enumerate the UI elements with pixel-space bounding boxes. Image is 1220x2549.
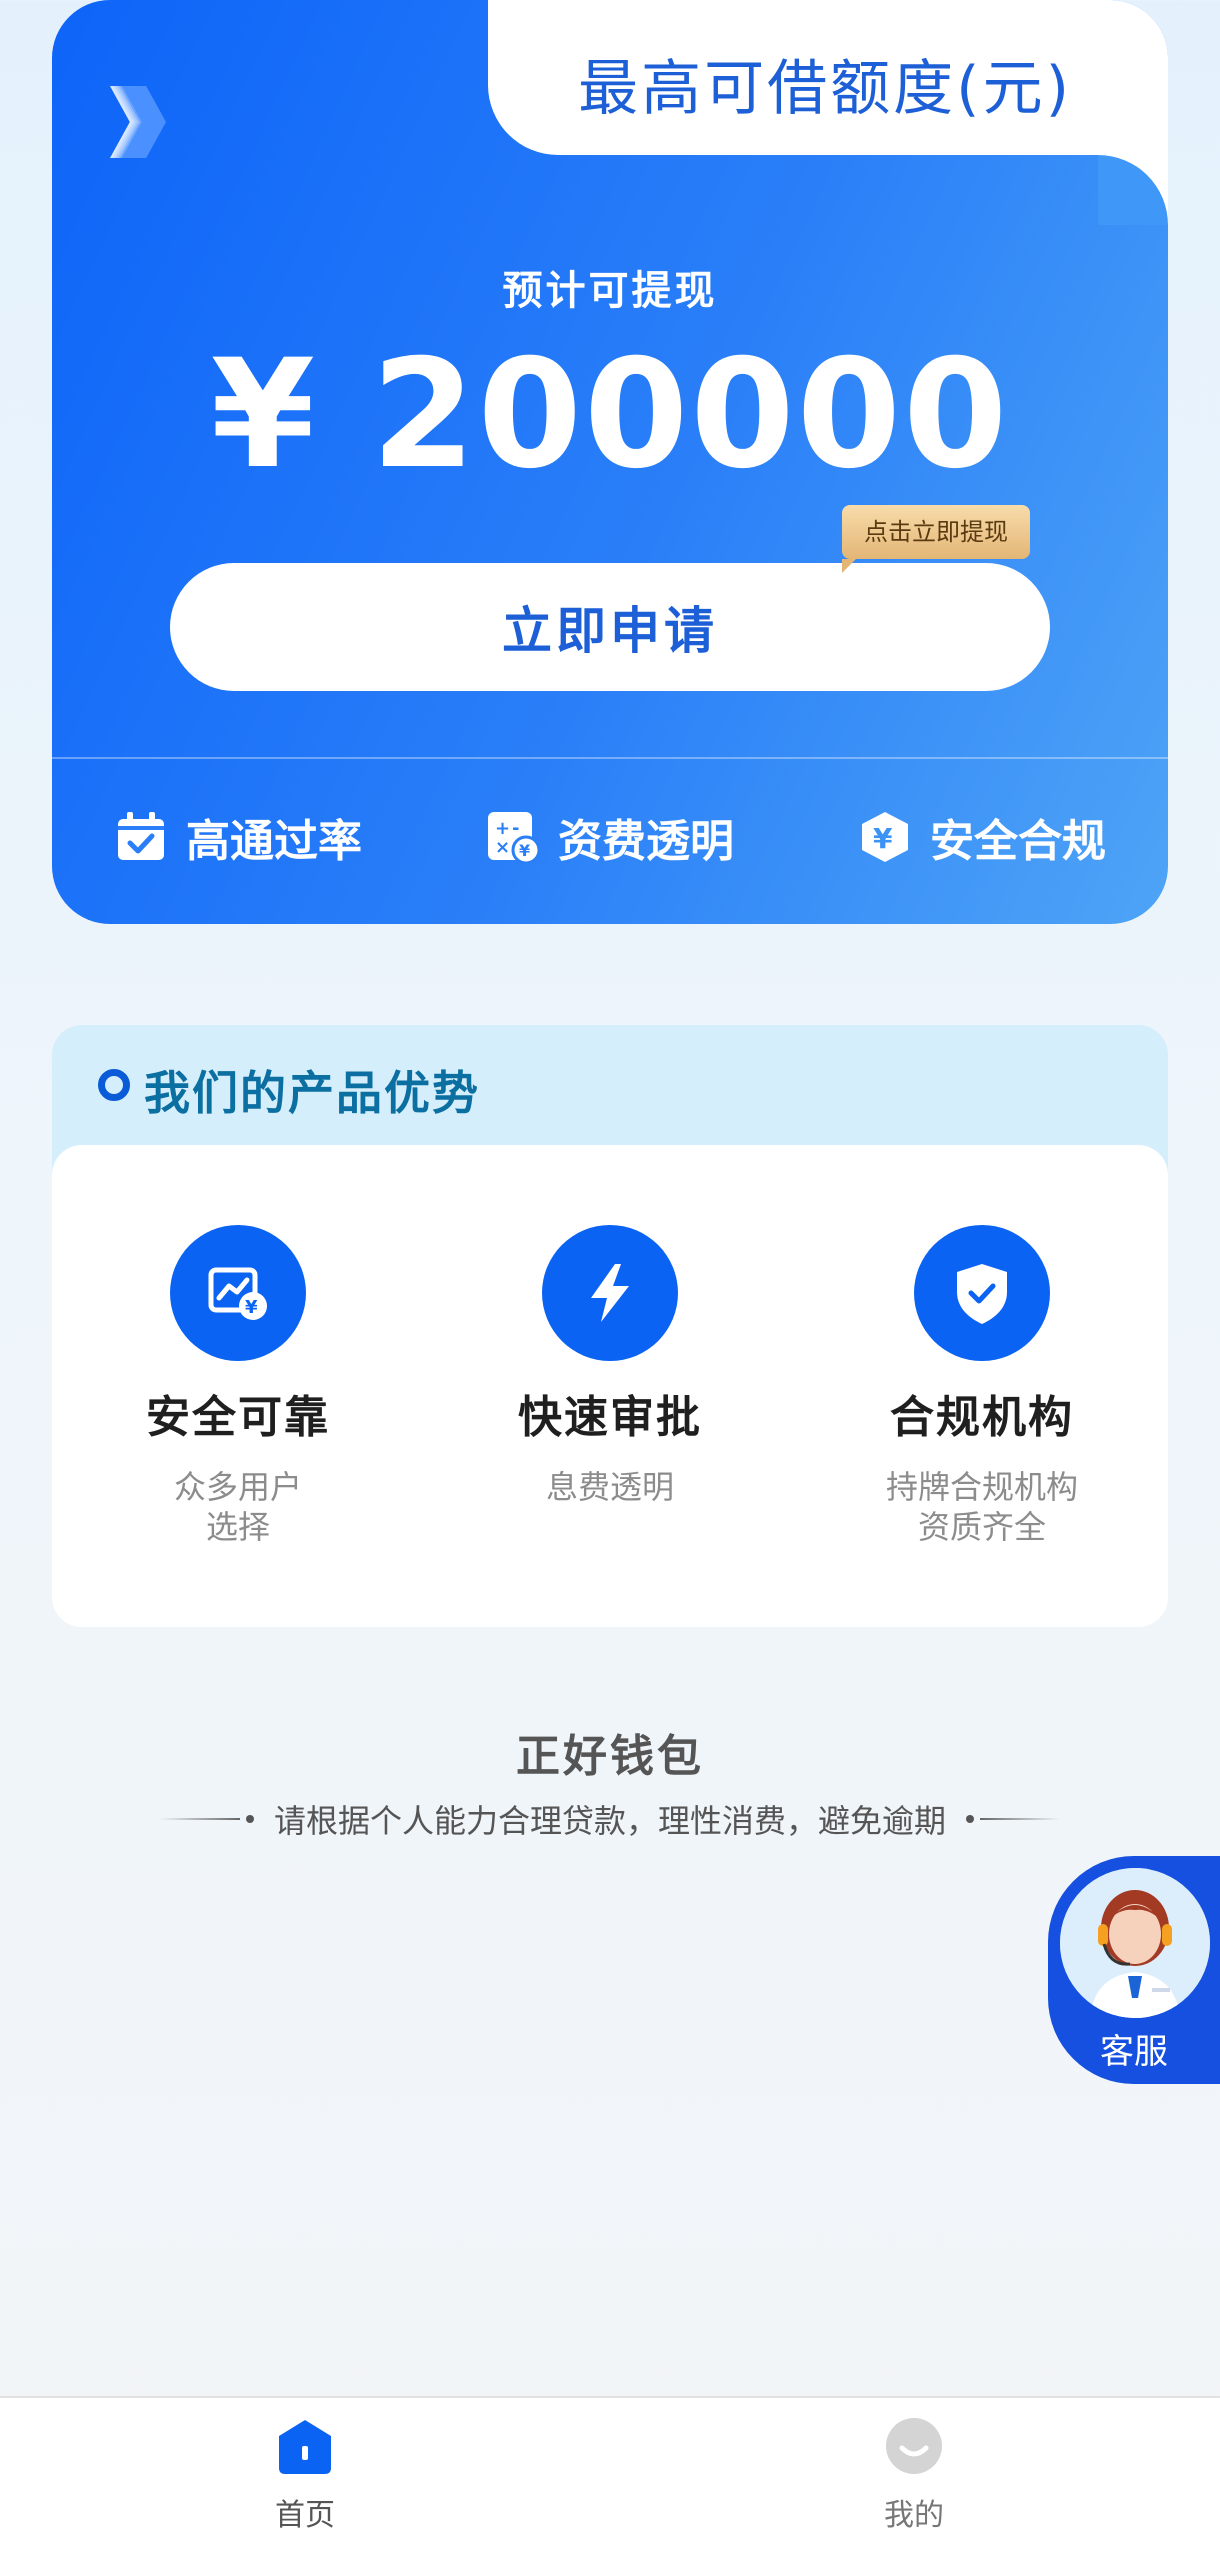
advantage-desc: 众多用户 选择 <box>173 1468 302 1546</box>
withdraw-subtitle: 预计可提现 <box>502 268 718 314</box>
apply-now-button[interactable]: 立即申请 <box>170 563 1050 691</box>
chart-yuan-icon: ¥ <box>170 1225 306 1361</box>
nav-home-label: 首页 <box>275 2498 335 2533</box>
advantage-desc: 持牌合规机构 资质齐全 <box>885 1468 1078 1546</box>
feature-high-pass: 高通过率 <box>114 805 362 869</box>
customer-service-label: 客服 <box>1100 2032 1168 2072</box>
yuan-shield-icon: ¥ <box>862 812 908 862</box>
advantage-item: 快速审批 息费透明 <box>424 1225 796 1547</box>
hero-background: 最高可借额度(元) 预计可提现 ¥ 200000 立即申请 点击立即提现 高通过… <box>52 0 1168 924</box>
lightning-icon <box>542 1225 678 1361</box>
advantage-name: 合规机构 <box>890 1392 1074 1443</box>
withdraw-tip-badge: 点击立即提现 <box>842 505 1030 573</box>
nav-mine[interactable]: 我的 <box>814 2416 1014 2534</box>
feature-label: 高通过率 <box>186 816 362 867</box>
chevron-arrows-icon <box>110 50 166 158</box>
advantage-item: ¥ 安全可靠 众多用户 选择 <box>52 1225 424 1547</box>
feature-safe-compliant: ¥ 安全合规 <box>858 805 1106 869</box>
customer-service-button[interactable]: 客服 <box>1048 1856 1220 2084</box>
shield-check-icon <box>914 1225 1050 1361</box>
slogan-text: 请根据个人能力合理贷款，理性消费，避免逾期 <box>273 1802 946 1840</box>
svg-text:¥: ¥ <box>245 1297 258 1318</box>
max-limit-title: 最高可借额度(元) <box>578 54 1072 124</box>
decor-line-left <box>159 1815 260 1823</box>
advantages-body: ¥ 安全可靠 众多用户 选择 快速审批 息费透明 合规机构 持牌合规机构 资质齐… <box>52 1145 1168 1627</box>
bullet-ring-icon <box>98 1069 130 1101</box>
advantage-item: 合规机构 持牌合规机构 资质齐全 <box>796 1225 1168 1547</box>
feature-transparent-fee: + - × ¥ 资费透明 <box>486 805 734 869</box>
svg-text:¥: ¥ <box>519 841 530 860</box>
advantage-name: 安全可靠 <box>146 1392 330 1443</box>
bottom-nav: 首页 我的 <box>0 2396 1220 2549</box>
decor-line-right <box>960 1815 1060 1823</box>
brand-name: 正好钱包 <box>516 1731 704 1782</box>
advantage-desc: 息费透明 <box>545 1468 674 1506</box>
feature-row: 高通过率 + - × ¥ 资费透明 ¥ 安全合规 <box>52 800 1168 874</box>
home-icon <box>279 2420 331 2474</box>
svg-text:×: × <box>495 837 510 858</box>
feature-label: 安全合规 <box>930 816 1106 867</box>
loan-amount: ¥ 200000 <box>210 328 1010 502</box>
calendar-check-icon <box>118 812 164 860</box>
slogan-row: 请根据个人能力合理贷款，理性消费，避免逾期 <box>0 1796 1220 1842</box>
svg-text:¥: ¥ <box>873 822 893 855</box>
nav-home[interactable]: 首页 <box>205 2416 405 2534</box>
feature-label: 资费透明 <box>558 816 734 867</box>
nav-mine-label: 我的 <box>884 2498 944 2533</box>
fee-calculator-icon: + - × ¥ <box>488 812 540 864</box>
agent-avatar <box>1060 1868 1210 2018</box>
divider <box>52 757 1168 759</box>
svg-text:-: - <box>512 818 519 839</box>
advantage-name: 快速审批 <box>518 1392 702 1443</box>
advantages-title: 我们的产品优势 <box>144 1066 480 1120</box>
profile-smile-icon <box>886 2418 942 2474</box>
loan-hero-card: 最高可借额度(元) 预计可提现 ¥ 200000 立即申请 点击立即提现 高通过… <box>52 0 1168 924</box>
advantages-card: 我们的产品优势 ¥ 安全可靠 众多用户 选择 快速审批 息费透明 合规机构 持牌… <box>52 1025 1168 1627</box>
svg-text:+: + <box>495 818 510 839</box>
